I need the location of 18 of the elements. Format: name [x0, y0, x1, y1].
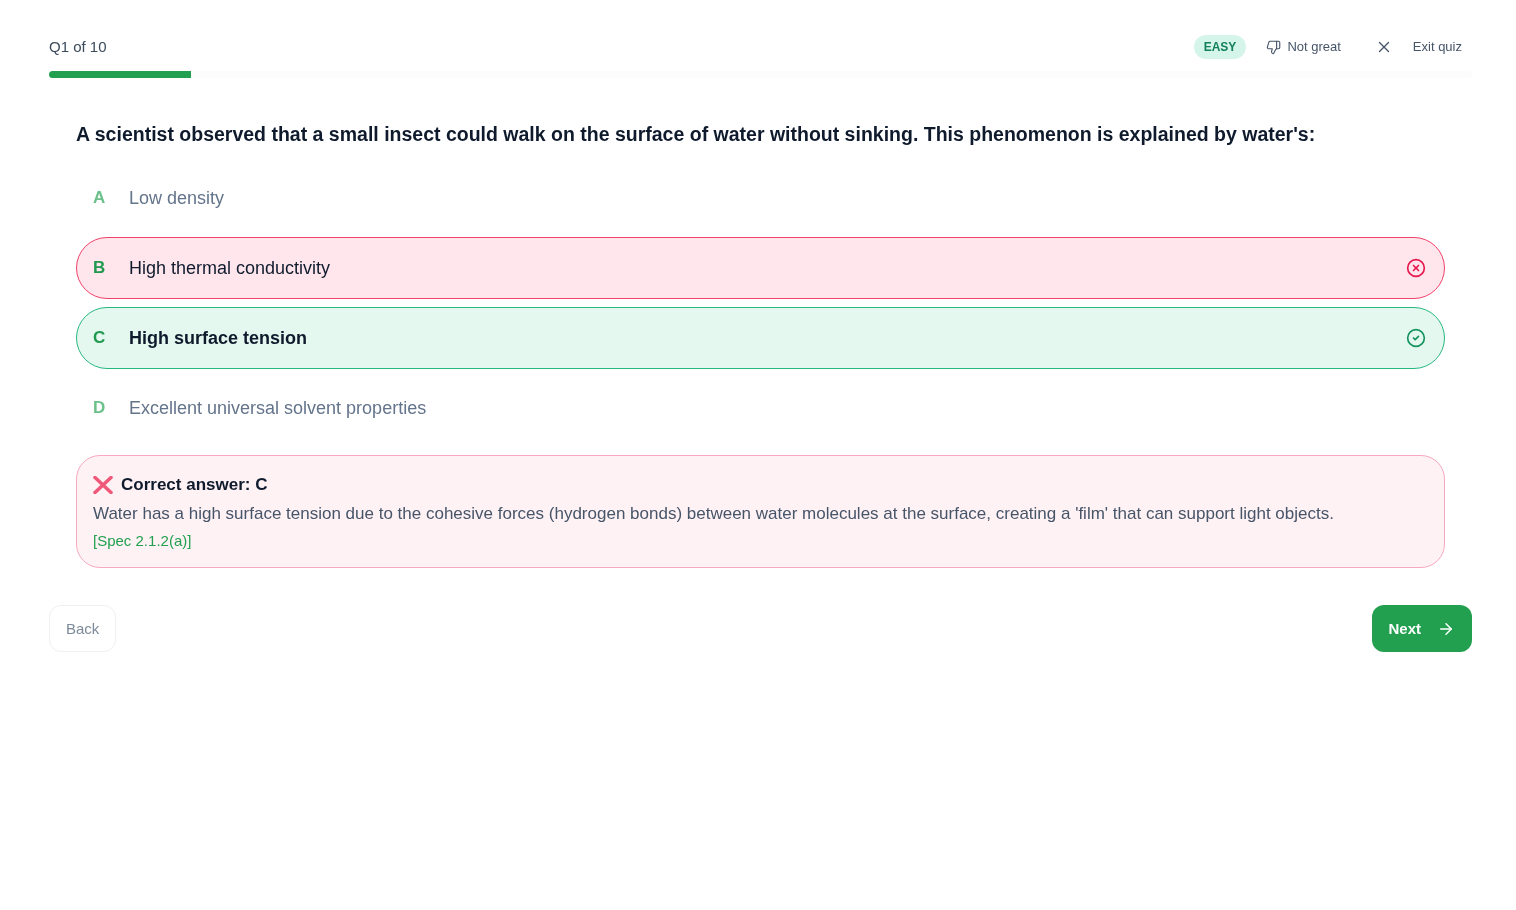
question-text: A scientist observed that a small insect could walk on the surface of water without sinking. This phenomenon is explained by water's: — [76, 122, 1316, 147]
correct-answer-icon — [1406, 328, 1426, 348]
answer-option[interactable]: D Excellent universal solvent properties — [76, 377, 1445, 439]
back-button[interactable]: Back — [49, 605, 117, 652]
cross-mark-icon — [93, 476, 113, 494]
thumbs-down-icon — [1266, 39, 1282, 55]
spec-reference-link[interactable]: [Spec 2.1.2(a)] — [93, 531, 192, 551]
explanation-text: Water has a high surface tension due to the cohesive forces (hydrogen bonds) between water molecules at the surface, creating a 'film' that can support light objects. — [93, 503, 1334, 525]
wrong-answer-icon — [1406, 258, 1426, 278]
feedback-title: Correct answer: C — [121, 474, 268, 496]
answer-option[interactable]: B High thermal conductivity — [76, 237, 1445, 299]
exit-quiz-button[interactable]: Exit quiz — [1412, 39, 1462, 55]
answer-option[interactable]: A Low density — [76, 167, 1445, 229]
next-button[interactable]: Next — [1372, 605, 1472, 652]
not-great-button[interactable]: Not great — [1266, 39, 1341, 55]
question-counter: Q1 of 10 — [49, 37, 107, 57]
difficulty-badge: EASY — [1193, 35, 1247, 59]
answer-option[interactable]: C High surface tension — [76, 307, 1445, 369]
